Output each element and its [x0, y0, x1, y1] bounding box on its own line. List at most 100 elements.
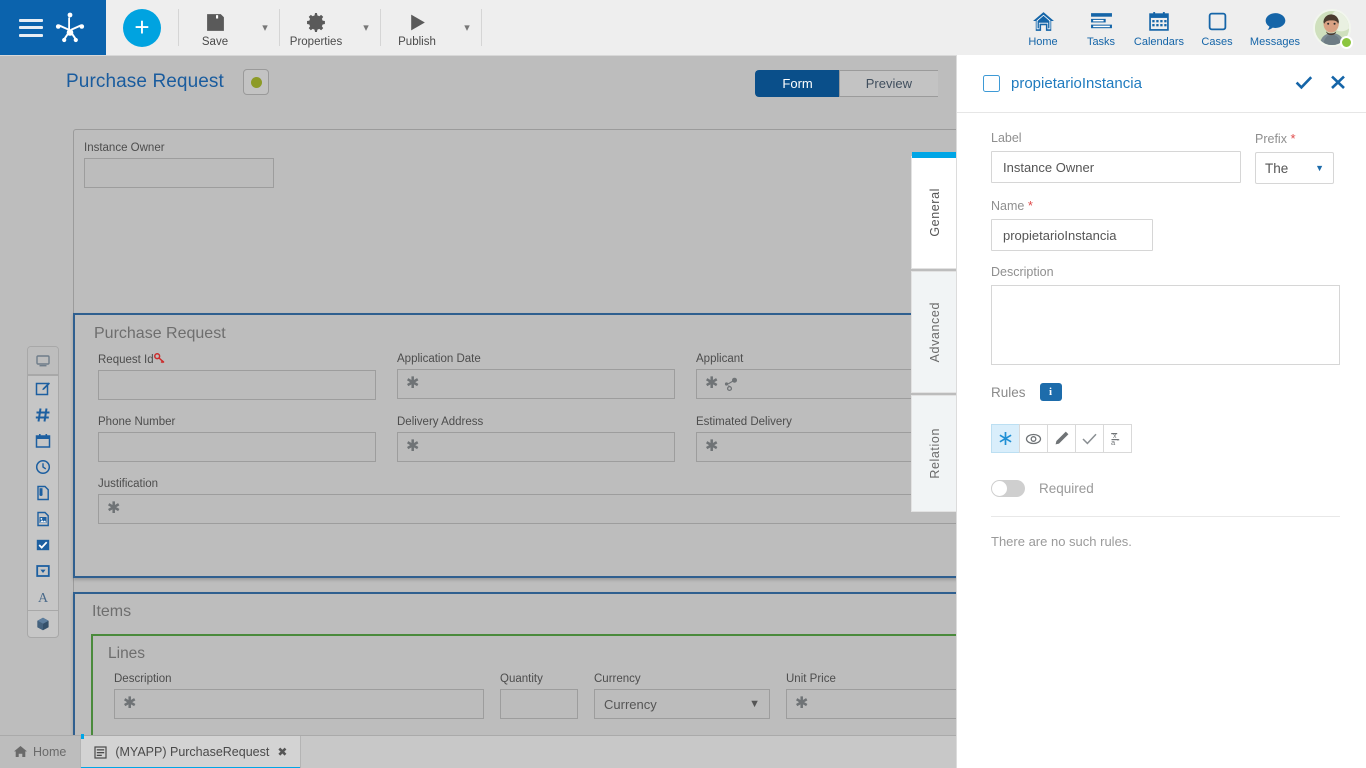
field-instance-owner[interactable]: Instance Owner	[84, 142, 274, 188]
prefix-select[interactable]: The ▼	[1255, 152, 1334, 184]
label-input[interactable]: Instance Owner	[991, 151, 1241, 183]
add-button[interactable]: +	[123, 8, 161, 47]
field-request-id-text: Request Id	[98, 354, 154, 366]
name-input[interactable]: propietarioInstancia	[991, 219, 1153, 251]
rule-eye-icon[interactable]	[1019, 424, 1048, 453]
section-purchase-request-title: Purchase Request	[94, 325, 226, 342]
field-quantity-input[interactable]	[500, 689, 578, 719]
rule-rename-variable-icon[interactable]: x a "	[1103, 424, 1132, 453]
taskbar-app-tab[interactable]: (MYAPP) PurchaseRequest ✖	[80, 734, 301, 768]
field-justification-input[interactable]: ✱	[98, 494, 956, 524]
properties-button[interactable]: Properties	[280, 0, 352, 55]
field-name: Name * propietarioInstancia	[991, 198, 1340, 251]
hamburger-menu-icon[interactable]	[19, 18, 43, 37]
rules-empty-message: There are no such rules.	[991, 534, 1132, 549]
rule-check-icon[interactable]	[1075, 424, 1104, 453]
section-items-title: Items	[92, 603, 132, 620]
display-monitor-icon	[36, 354, 50, 366]
tab-general[interactable]: General	[911, 152, 956, 269]
rule-visible-asterisk-icon[interactable]	[991, 424, 1020, 453]
rule-pencil-icon[interactable]	[1047, 424, 1076, 453]
tab-advanced[interactable]: Advanced	[911, 271, 956, 393]
save-label: Save	[201, 35, 229, 48]
tab-preview[interactable]: Preview	[838, 70, 938, 97]
field-quantity[interactable]: Quantity	[500, 673, 578, 719]
field-currency[interactable]: Currency Currency ▼	[594, 673, 770, 719]
palette-item-number[interactable]	[28, 402, 58, 428]
asterisk-icon: ✱	[123, 695, 137, 712]
taskbar-home-button[interactable]: Home	[0, 736, 80, 768]
palette-item-file[interactable]	[28, 480, 58, 506]
tasks-list-icon	[1090, 11, 1113, 33]
field-description-input[interactable]: ✱	[114, 689, 484, 719]
properties-panel-body: Label Instance Owner Prefix * The ▼ Name…	[957, 113, 1366, 549]
field-description-caption: Description	[991, 265, 1054, 279]
nav-home[interactable]: Home	[1014, 0, 1072, 55]
active-tab-accent-bar	[912, 152, 956, 158]
info-icon[interactable]: i	[1039, 383, 1062, 401]
field-request-id-label: Request Id	[98, 353, 395, 366]
field-phone-number-input[interactable]	[98, 432, 376, 462]
palette-item-edit[interactable]	[28, 376, 58, 402]
rules-divider	[991, 516, 1340, 517]
nav-calendars[interactable]: Calendars	[1130, 0, 1188, 55]
field-currency-select[interactable]: Currency ▼	[594, 689, 770, 719]
properties-label: Properties	[289, 35, 343, 48]
field-description-label: Description	[114, 673, 172, 685]
lines-field-grid: Description ✱ Quantity Currency Currency…	[93, 663, 956, 719]
top-toolbar: + Save ▾ Properties ▾ Publish ▾ Home Tas…	[0, 0, 1366, 56]
field-instance-owner-input[interactable]	[84, 158, 274, 188]
nav-messages[interactable]: Messages	[1246, 0, 1304, 55]
checkbox-checked-icon	[36, 539, 50, 551]
required-asterisk: *	[1027, 198, 1033, 213]
required-toggle[interactable]	[991, 480, 1025, 497]
field-application-date[interactable]: Application Date ✱	[397, 353, 694, 416]
palette-item-dropdown[interactable]	[28, 558, 58, 584]
field-delivery-address[interactable]: Delivery Address ✱	[397, 416, 694, 478]
status-dot-icon	[250, 76, 262, 88]
tab-general-label: General	[927, 188, 942, 237]
text-letter-a-icon: A	[38, 591, 49, 605]
save-button[interactable]: Save	[179, 0, 251, 55]
publish-button[interactable]: Publish	[381, 0, 453, 55]
view-tabs: Form Preview	[755, 70, 938, 97]
field-delivery-address-input[interactable]: ✱	[397, 432, 675, 462]
palette-item-checkbox[interactable]	[28, 532, 58, 558]
number-hash-icon	[35, 408, 50, 422]
publish-dropdown-chevron-down-icon[interactable]: ▾	[453, 0, 481, 55]
properties-checkbox[interactable]	[983, 75, 1000, 92]
field-unit-price[interactable]: Unit Price ✱	[786, 673, 956, 719]
palette-item-3d-object[interactable]	[28, 611, 58, 637]
description-textarea[interactable]	[991, 285, 1340, 365]
accept-check-icon[interactable]	[1295, 75, 1313, 93]
play-triangle-icon	[407, 12, 428, 34]
palette-item-calendar[interactable]	[28, 428, 58, 454]
nav-tasks[interactable]: Tasks	[1072, 0, 1130, 55]
palette-item-display[interactable]	[28, 347, 58, 375]
close-x-icon[interactable]	[1330, 75, 1346, 93]
bizagi-logo-icon[interactable]	[53, 12, 87, 44]
palette-item-image[interactable]	[28, 506, 58, 532]
calendar-icon	[35, 434, 51, 448]
status-badge[interactable]	[243, 69, 269, 95]
chevron-down-icon: ▼	[749, 698, 760, 710]
field-justification[interactable]: Justification ✱	[75, 478, 956, 524]
nav-cases[interactable]: Cases	[1188, 0, 1246, 55]
save-dropdown-chevron-down-icon[interactable]: ▾	[251, 0, 279, 55]
avatar[interactable]	[1304, 0, 1360, 55]
right-navigation: Home Tasks Calendars Cases Messages	[1014, 0, 1366, 55]
taskbar-close-x-icon[interactable]: ✖	[277, 745, 287, 759]
palette-item-time[interactable]	[28, 454, 58, 480]
publish-label: Publish	[398, 35, 436, 48]
field-application-date-input[interactable]: ✱	[397, 369, 675, 399]
palette-item-text[interactable]: A	[28, 584, 58, 610]
tab-form[interactable]: Form	[755, 70, 839, 97]
properties-dropdown-chevron-down-icon[interactable]: ▾	[352, 0, 380, 55]
field-delivery-address-label: Delivery Address	[397, 416, 484, 428]
tab-relation[interactable]: Relation	[911, 395, 956, 512]
field-request-id-input[interactable]	[98, 370, 376, 400]
field-unit-price-input[interactable]: ✱	[786, 689, 956, 719]
field-description[interactable]: Description ✱	[114, 673, 484, 719]
field-phone-number[interactable]: Phone Number	[98, 416, 395, 478]
field-request-id[interactable]: Request Id	[98, 353, 395, 416]
